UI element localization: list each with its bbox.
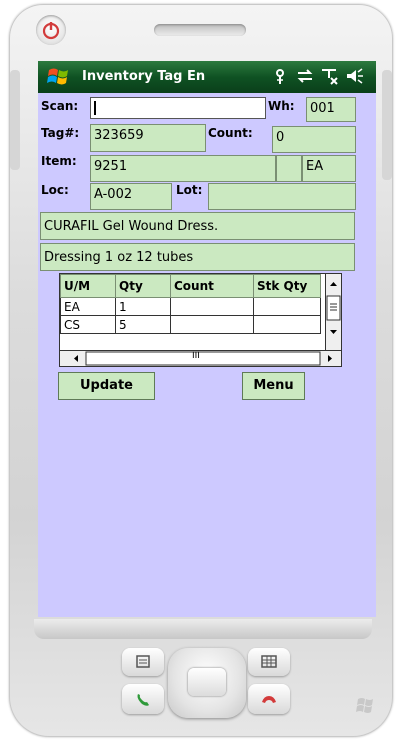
table-cell: [253, 315, 321, 334]
phone-end-icon: [262, 696, 276, 703]
uom-grid[interactable]: U/M Qty Count Stk Qty EA 1 CS 5 III: [59, 273, 342, 367]
scroll-down-icon: [330, 330, 337, 334]
menu-button[interactable]: Menu: [242, 372, 305, 400]
wh-field[interactable]: 001: [306, 97, 356, 122]
phone-call-icon: [137, 694, 149, 706]
title-bar: Inventory Tag En: [38, 61, 376, 93]
device-screen: Inventory Tag En Scan: Wh: 001 Tag#: 323…: [38, 61, 376, 617]
loc-label: Loc:: [41, 183, 69, 197]
scroll-up-icon: [330, 282, 337, 286]
table-cell: CS: [60, 315, 116, 334]
right-side-button[interactable]: [382, 70, 392, 180]
left-softkey-icon: [136, 655, 150, 668]
horizontal-scrollbar[interactable]: III: [60, 350, 341, 366]
tag-field[interactable]: 323659: [90, 124, 206, 152]
windows-start-icon[interactable]: [46, 66, 74, 88]
wh-label: Wh:: [268, 99, 295, 113]
end-call-button[interactable]: [248, 684, 290, 714]
table-cell: [253, 297, 321, 316]
table-cell: 1: [115, 297, 171, 316]
lot-field[interactable]: [208, 183, 356, 210]
uom-table: U/M Qty Count Stk Qty EA 1 CS 5: [60, 274, 321, 334]
sync-arrows-icon[interactable]: [296, 67, 314, 85]
column-header-qty[interactable]: Qty: [115, 274, 171, 298]
app-title: Inventory Tag En: [82, 69, 206, 84]
description-line-1: CURAFIL Gel Wound Dress.: [40, 212, 355, 240]
volume-icon[interactable]: [346, 67, 364, 85]
tag-label: Tag#:: [41, 126, 80, 140]
table-header-row: U/M Qty Count Stk Qty: [60, 274, 321, 298]
screen-bottom-bezel: [34, 619, 372, 639]
column-header-stk-qty[interactable]: Stk Qty: [253, 274, 321, 298]
count-field[interactable]: 0: [272, 126, 356, 153]
update-button[interactable]: Update: [58, 372, 155, 400]
left-side-button[interactable]: [10, 70, 20, 170]
earpiece-speaker: [154, 24, 246, 36]
dpad-center-button[interactable]: [188, 668, 226, 696]
item-uom-field[interactable]: EA: [302, 155, 356, 182]
table-cell: [170, 315, 254, 334]
table-cell: EA: [60, 297, 116, 316]
loc-field[interactable]: A-002: [90, 183, 172, 210]
count-label: Count:: [208, 126, 253, 140]
call-button[interactable]: [122, 684, 164, 714]
scroll-right-icon: [328, 355, 332, 362]
scan-label: Scan:: [41, 99, 79, 113]
vertical-scrollbar[interactable]: [325, 274, 341, 350]
scan-input[interactable]: [90, 97, 266, 119]
lot-label: Lot:: [176, 183, 203, 197]
scroll-left-icon: [74, 355, 78, 362]
power-icon: [42, 22, 60, 40]
left-softkey-button[interactable]: [122, 648, 164, 676]
table-cell: 5: [115, 315, 171, 334]
power-button[interactable]: [36, 15, 66, 45]
item-spacer-field: [276, 155, 302, 182]
item-label: Item:: [41, 154, 77, 168]
item-field[interactable]: 9251: [90, 155, 276, 182]
windows-logo-icon: [356, 698, 373, 713]
directional-pad[interactable]: [168, 648, 246, 718]
table-row[interactable]: EA 1: [60, 297, 321, 316]
text-caret: [94, 101, 96, 115]
description-line-2: Dressing 1 oz 12 tubes: [40, 243, 355, 271]
table-row[interactable]: CS 5: [60, 315, 321, 334]
right-softkey-button[interactable]: [248, 648, 290, 676]
right-softkey-icon: [261, 655, 277, 668]
scroll-thumb-grip[interactable]: III: [192, 351, 200, 361]
antenna-icon[interactable]: [271, 67, 289, 85]
column-header-um[interactable]: U/M: [60, 274, 116, 298]
no-signal-icon[interactable]: [321, 67, 339, 85]
column-header-count[interactable]: Count: [170, 274, 254, 298]
table-cell: [170, 297, 254, 316]
